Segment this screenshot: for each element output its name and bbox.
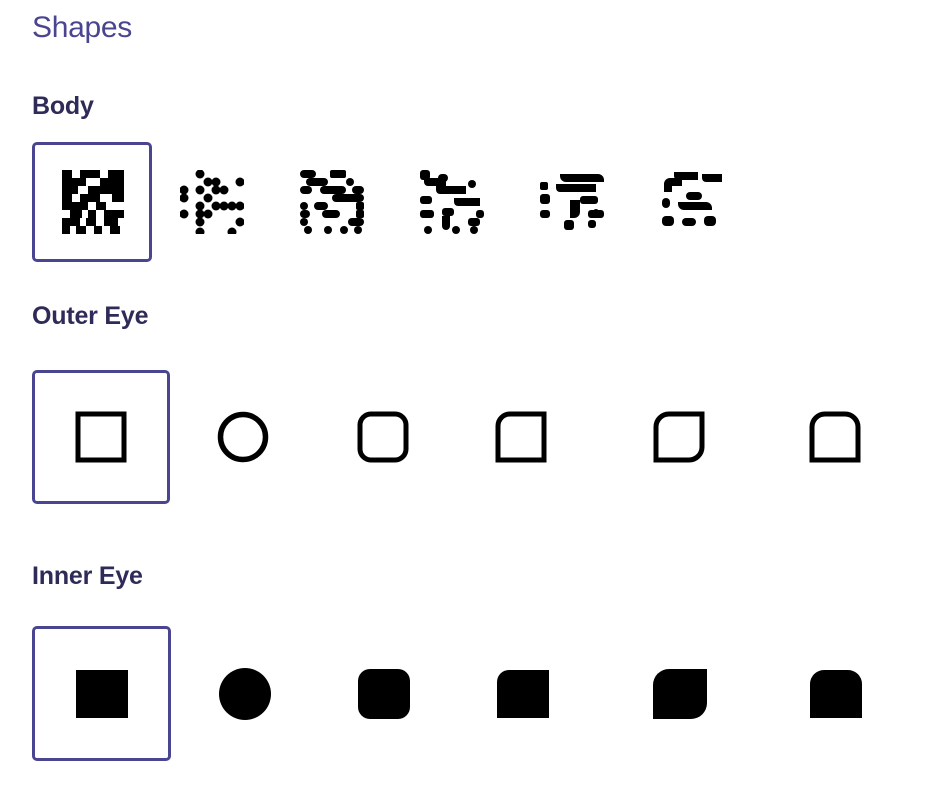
- classy-pattern-icon: [420, 170, 484, 234]
- filled-leaf-icon: [652, 668, 707, 719]
- filled-circle-icon: [218, 667, 271, 720]
- body-option-classy-rounded[interactable]: [512, 142, 632, 262]
- dots-pattern-icon: [180, 170, 244, 234]
- body-option-rounded[interactable]: [272, 142, 392, 262]
- filled-rounded-square-icon: [357, 668, 410, 719]
- outer-eye-option-circle[interactable]: [174, 370, 312, 504]
- outer-eye-option-top-left-rounded[interactable]: [452, 370, 590, 504]
- section-title: Shapes: [32, 11, 132, 44]
- filled-square-icon: [75, 669, 128, 718]
- outer-eye-option-top-rounded[interactable]: [766, 370, 904, 504]
- inner-eye-option-square[interactable]: [32, 626, 171, 761]
- filled-top-left-rounded-icon: [496, 669, 549, 718]
- body-label: Body: [32, 92, 94, 120]
- rounded-square-frame-icon: [357, 411, 409, 463]
- body-option-classy[interactable]: [392, 142, 512, 262]
- leaf-frame-icon: [653, 411, 705, 463]
- circle-frame-icon: [217, 411, 269, 463]
- outer-eye-label: Outer Eye: [32, 302, 149, 330]
- inner-eye-option-leaf[interactable]: [610, 626, 749, 761]
- inner-eye-option-top-left-rounded[interactable]: [453, 626, 592, 761]
- outer-eye-option-leaf[interactable]: [610, 370, 748, 504]
- body-option-square[interactable]: [32, 142, 152, 262]
- inner-eye-option-top-rounded[interactable]: [766, 626, 905, 761]
- square-frame-icon: [75, 411, 127, 463]
- outer-eye-option-square[interactable]: [32, 370, 170, 504]
- filled-top-rounded-icon: [809, 669, 862, 718]
- inner-eye-option-circle[interactable]: [175, 626, 314, 761]
- body-option-dots[interactable]: [152, 142, 272, 262]
- top-rounded-frame-icon: [809, 411, 861, 463]
- rounded-modules-pattern-icon: [300, 170, 364, 234]
- inner-eye-option-rounded[interactable]: [314, 626, 453, 761]
- top-left-rounded-frame-icon: [495, 411, 547, 463]
- body-option-extra-rounded[interactable]: [632, 142, 752, 262]
- outer-eye-option-rounded[interactable]: [314, 370, 452, 504]
- classy-rounded-pattern-icon: [540, 174, 604, 230]
- square-modules-pattern-icon: [62, 170, 124, 234]
- inner-eye-label: Inner Eye: [32, 562, 143, 590]
- extra-rounded-pattern-icon: [662, 172, 722, 226]
